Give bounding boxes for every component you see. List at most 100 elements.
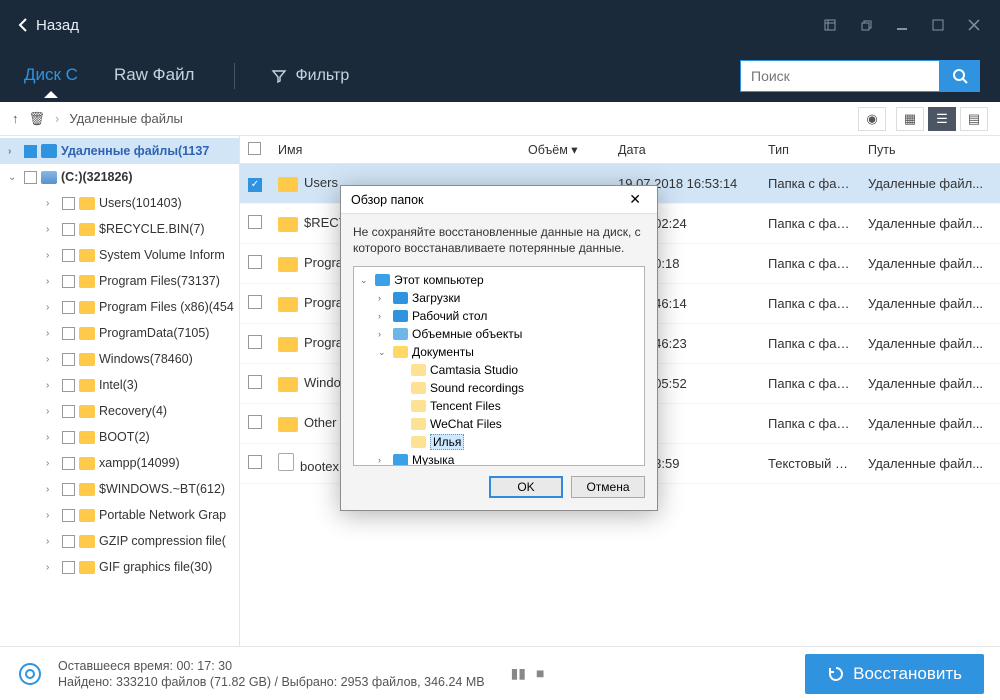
folder-icon (393, 454, 408, 466)
grid-header: Имя Объём ▾ Дата Тип Путь (240, 136, 1000, 164)
dialog-tree-item[interactable]: ›Загрузки (354, 289, 644, 307)
col-type[interactable]: Тип (760, 143, 860, 157)
tree-item[interactable]: ›xampp(14099) (0, 450, 239, 476)
tree-item[interactable]: ›Users(101403) (0, 190, 239, 216)
folder-icon (393, 328, 408, 340)
col-path[interactable]: Путь (860, 143, 1000, 157)
tree-item[interactable]: ›$RECYCLE.BIN(7) (0, 216, 239, 242)
col-name[interactable]: Имя (270, 143, 520, 157)
col-size[interactable]: Объём ▾ (520, 142, 610, 157)
view-details[interactable]: ▤ (960, 107, 988, 131)
search-input[interactable] (740, 60, 940, 92)
window-close[interactable] (956, 11, 992, 39)
tree-drive-c[interactable]: ⌄ (C:)(321826) (0, 164, 239, 190)
row-path: Удаленные файл... (860, 376, 1000, 391)
folder-icon (79, 353, 95, 366)
dialog-folder-tree[interactable]: ⌄Этот компьютер›Загрузки›Рабочий стол›Об… (353, 266, 645, 466)
tree-label: Program Files(73137) (99, 274, 220, 288)
search-button[interactable] (940, 60, 980, 92)
tree-item[interactable]: ›GZIP compression file( (0, 528, 239, 554)
tree-item[interactable]: ›Windows(78460) (0, 346, 239, 372)
row-checkbox[interactable] (248, 375, 262, 389)
tree-item[interactable]: ›Recovery(4) (0, 398, 239, 424)
row-type: Папка с фай... (760, 296, 860, 311)
folder-icon (278, 177, 298, 192)
row-path: Удаленные файл... (860, 216, 1000, 231)
tree-item[interactable]: ›Program Files (x86)(454 (0, 294, 239, 320)
window-unknown-1[interactable] (812, 11, 848, 39)
found-count: Найдено: 333210 файлов (71.82 GB) / Выбр… (58, 675, 485, 689)
row-path: Удаленные файл... (860, 336, 1000, 351)
tree-item[interactable]: ›System Volume Inform (0, 242, 239, 268)
row-type: Папка с фай... (760, 256, 860, 271)
dialog-tree-item[interactable]: WeChat Files (354, 415, 644, 433)
row-path: Удаленные файл... (860, 456, 1000, 471)
window-maximize[interactable] (920, 11, 956, 39)
tree-item[interactable]: ›GIF graphics file(30) (0, 554, 239, 580)
tree-label: $RECYCLE.BIN(7) (99, 222, 205, 236)
dialog-tree-item[interactable]: ›Объемные объекты (354, 325, 644, 343)
row-checkbox[interactable] (248, 255, 262, 269)
row-path: Удаленные файл... (860, 416, 1000, 431)
col-date[interactable]: Дата (610, 143, 760, 157)
browse-folders-dialog: Обзор папок ✕ Не сохраняйте восстановлен… (340, 185, 658, 511)
tree-item[interactable]: ›$WINDOWS.~BT(612) (0, 476, 239, 502)
row-type: Папка с фай... (760, 176, 860, 191)
row-name: bootex (300, 459, 339, 474)
dialog-tree-item[interactable]: ⌄Этот компьютер (354, 271, 644, 289)
filter-button[interactable]: Фильтр (271, 67, 349, 85)
chevron-left-icon (18, 18, 28, 32)
dialog-tree-item[interactable]: Sound recordings (354, 379, 644, 397)
tree-item[interactable]: ›BOOT(2) (0, 424, 239, 450)
tree-root-deleted[interactable]: › Удаленные файлы(1137 (0, 138, 239, 164)
folder-icon (393, 292, 408, 304)
folder-icon (411, 418, 426, 430)
up-icon[interactable]: ↑ (12, 111, 19, 126)
tree-item[interactable]: ›Intel(3) (0, 372, 239, 398)
dialog-message: Не сохраняйте восстановленные данные на … (341, 214, 657, 262)
window-restore[interactable] (848, 11, 884, 39)
folder-icon (79, 561, 95, 574)
tab-raw-file[interactable]: Raw Файл (110, 55, 199, 97)
row-checkbox[interactable] (248, 415, 262, 429)
stop-button[interactable]: ■ (536, 665, 544, 682)
tree-label: GZIP compression file( (99, 534, 226, 548)
dialog-close[interactable]: ✕ (623, 189, 647, 210)
breadcrumb[interactable]: Удаленные файлы (69, 111, 183, 126)
dialog-tree-item[interactable]: Tencent Files (354, 397, 644, 415)
dialog-tree-item[interactable]: Илья (354, 433, 644, 451)
dialog-tree-label: Этот компьютер (394, 273, 484, 287)
folder-tree[interactable]: › Удаленные файлы(1137 ⌄ (C:)(321826) ›U… (0, 136, 240, 646)
preview-toggle[interactable]: ◉ (858, 107, 886, 131)
trash-icon[interactable]: 🗑 (29, 111, 46, 127)
dialog-ok-button[interactable]: OK (489, 476, 563, 498)
back-button[interactable]: Назад (8, 11, 89, 40)
dialog-title-bar[interactable]: Обзор папок ✕ (341, 186, 657, 214)
tab-disk-c[interactable]: Диск С (20, 55, 82, 97)
restore-button[interactable]: Восстановить (805, 654, 984, 694)
view-grid[interactable]: ▦ (896, 107, 924, 131)
folder-icon (79, 327, 95, 340)
dialog-tree-item[interactable]: Camtasia Studio (354, 361, 644, 379)
tree-label: Program Files (x86)(454 (99, 300, 234, 314)
tree-item[interactable]: ›Program Files(73137) (0, 268, 239, 294)
tree-item[interactable]: ›Portable Network Grap (0, 502, 239, 528)
view-list[interactable]: ☰ (928, 107, 956, 131)
row-checkbox[interactable] (248, 455, 262, 469)
scan-icon (16, 660, 44, 688)
window-minimize[interactable] (884, 11, 920, 39)
folder-icon (278, 377, 298, 392)
dialog-tree-item[interactable]: ›Рабочий стол (354, 307, 644, 325)
row-checkbox[interactable] (248, 295, 262, 309)
tree-item[interactable]: ›ProgramData(7105) (0, 320, 239, 346)
dialog-cancel-button[interactable]: Отмена (571, 476, 645, 498)
row-checkbox[interactable] (248, 335, 262, 349)
filter-label: Фильтр (295, 67, 349, 85)
row-path: Удаленные файл... (860, 256, 1000, 271)
row-path: Удаленные файл... (860, 296, 1000, 311)
row-checkbox[interactable]: ✓ (248, 178, 262, 192)
pause-button[interactable]: ▮▮ (511, 665, 526, 682)
row-checkbox[interactable] (248, 215, 262, 229)
dialog-tree-item[interactable]: ⌄Документы (354, 343, 644, 361)
dialog-tree-item[interactable]: ›Музыка (354, 451, 644, 466)
